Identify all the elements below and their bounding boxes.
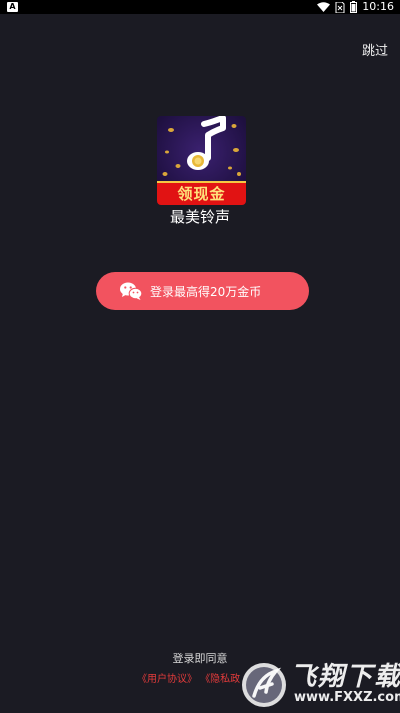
login-button-label: 登录最高得20万金币 [150,284,262,299]
app-name: 最美铃声 [169,208,230,226]
wifi-icon [317,2,331,12]
watermark-url: www.FXXZ.com [294,690,400,705]
watermark-logo-icon [242,663,286,707]
status-time: 10:16 [362,0,394,13]
app-logo: 领现金 [157,116,246,205]
status-icons: 10:16 [317,0,394,14]
status-bar: A 10:16 [0,0,400,14]
privacy-policy-link[interactable]: 《隐私政 [200,674,240,685]
watermark: 飞翔下载 www.FXXZ.com [240,654,400,713]
watermark-title: 飞翔下载 [290,662,400,692]
skip-button[interactable]: 跳过 [362,40,388,59]
logo-banner: 领现金 [157,181,246,205]
no-sim-icon [335,1,345,13]
battery-icon [350,1,358,13]
agreement-links: 《用户协议》 《隐私政 [137,670,240,685]
wechat-icon [120,282,142,300]
wechat-login-button[interactable]: 登录最高得20万金币 [96,272,309,310]
user-agreement-link[interactable]: 《用户协议》 [137,674,197,685]
notification-icon: A [7,2,18,12]
